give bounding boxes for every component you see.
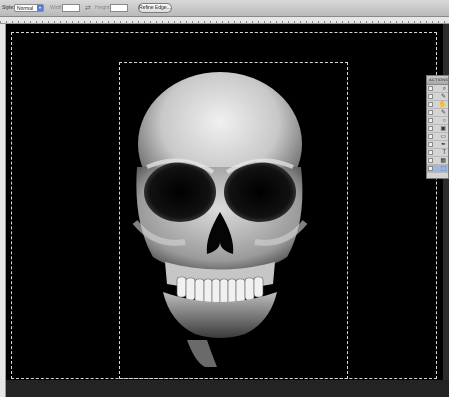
action-row[interactable]: ○ (427, 117, 448, 125)
swap-icon[interactable]: ⇄ (85, 4, 91, 12)
selection-marquee-inner (119, 62, 348, 379)
lasso-icon: ○ (442, 118, 446, 124)
options-bar: Style: Normal ▾ Width: ⇄ Height: Refine … (0, 0, 449, 17)
type-icon: T (442, 150, 446, 156)
selection-icon: ⬚ (440, 166, 446, 172)
checkbox-icon[interactable] (428, 126, 433, 131)
refine-edge-button[interactable]: Refine Edge... (138, 3, 172, 13)
action-row[interactable]: ▭ (427, 133, 448, 141)
action-row[interactable]: ✎ (427, 109, 448, 117)
magnifier-icon: ⌕ (442, 86, 446, 92)
checkbox-icon[interactable] (428, 166, 433, 171)
actions-panel-title: ACTIONS (427, 76, 448, 85)
action-row[interactable]: T (427, 149, 448, 157)
checkbox-icon[interactable] (428, 142, 433, 147)
grid-icon: ▦ (440, 158, 446, 164)
action-row[interactable]: ▦ (427, 157, 448, 165)
actions-panel: ACTIONS ⌕ ✎ ✋ ✎ ○ ▣ ▭ ✒ T ▦ ⬚ (426, 75, 449, 179)
top-ruler (0, 17, 449, 24)
hand-icon: ✋ (438, 102, 446, 108)
style-label: Style: (2, 5, 15, 11)
checkbox-icon[interactable] (428, 150, 433, 155)
action-row-selected[interactable]: ⬚ (427, 165, 448, 173)
checkbox-icon[interactable] (428, 110, 433, 115)
pen-icon: ✒ (440, 142, 446, 148)
checkbox-icon[interactable] (428, 158, 433, 163)
height-input[interactable] (110, 4, 128, 12)
width-input[interactable] (62, 4, 80, 12)
stamp-icon: ▣ (440, 126, 446, 132)
action-row[interactable]: ✎ (427, 93, 448, 101)
checkbox-icon[interactable] (428, 94, 433, 99)
action-row[interactable]: ⌕ (427, 85, 448, 93)
action-row[interactable]: ✒ (427, 141, 448, 149)
eraser-icon: ▭ (440, 134, 446, 140)
height-label: Height: (95, 5, 111, 11)
checkbox-icon[interactable] (428, 118, 433, 123)
style-select[interactable]: Normal ▾ (14, 4, 44, 12)
checkbox-icon[interactable] (428, 102, 433, 107)
chevron-down-icon: ▾ (37, 5, 43, 11)
checkbox-icon[interactable] (428, 134, 433, 139)
action-row[interactable]: ✋ (427, 101, 448, 109)
action-row[interactable]: ▣ (427, 125, 448, 133)
status-strip (6, 380, 449, 397)
checkbox-icon[interactable] (428, 86, 433, 91)
brush-icon: ✎ (440, 110, 446, 116)
brush-icon: ✎ (440, 94, 446, 100)
style-value: Normal (17, 6, 34, 12)
